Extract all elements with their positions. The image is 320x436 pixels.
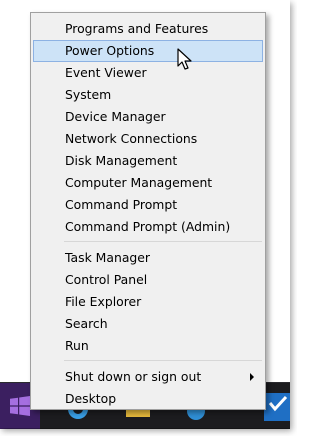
menu-item-system[interactable]: System (33, 84, 263, 106)
submenu-arrow-icon (250, 373, 254, 381)
menu-separator (64, 241, 262, 242)
win-x-context-menu: Programs and Features Power Options Event … (30, 12, 266, 410)
menu-item-file-explorer[interactable]: File Explorer (33, 291, 263, 313)
menu-separator (64, 360, 262, 361)
menu-item-disk-management[interactable]: Disk Management (33, 150, 263, 172)
menu-item-command-prompt[interactable]: Command Prompt (33, 194, 263, 216)
menu-item-control-panel[interactable]: Control Panel (33, 269, 263, 291)
screenshot: Programs and Features Power Options Event … (0, 0, 297, 436)
menu-item-run[interactable]: Run (33, 335, 263, 357)
menu-item-computer-management[interactable]: Computer Management (33, 172, 263, 194)
menu-item-command-prompt-admin[interactable]: Command Prompt (Admin) (33, 216, 263, 238)
menu-item-power-options[interactable]: Power Options (33, 40, 263, 62)
menu-item-search[interactable]: Search (33, 313, 263, 335)
menu-item-event-viewer[interactable]: Event Viewer (33, 62, 263, 84)
menu-item-task-manager[interactable]: Task Manager (33, 247, 263, 269)
menu-item-desktop[interactable]: Desktop (33, 388, 263, 410)
menu-item-programs-and-features[interactable]: Programs and Features (33, 18, 263, 40)
menu-item-device-manager[interactable]: Device Manager (33, 106, 263, 128)
outlook-icon[interactable] (262, 391, 290, 421)
windows-logo-icon (10, 396, 30, 416)
menu-item-shut-down-or-sign-out[interactable]: Shut down or sign out (33, 366, 263, 388)
menu-item-network-connections[interactable]: Network Connections (33, 128, 263, 150)
